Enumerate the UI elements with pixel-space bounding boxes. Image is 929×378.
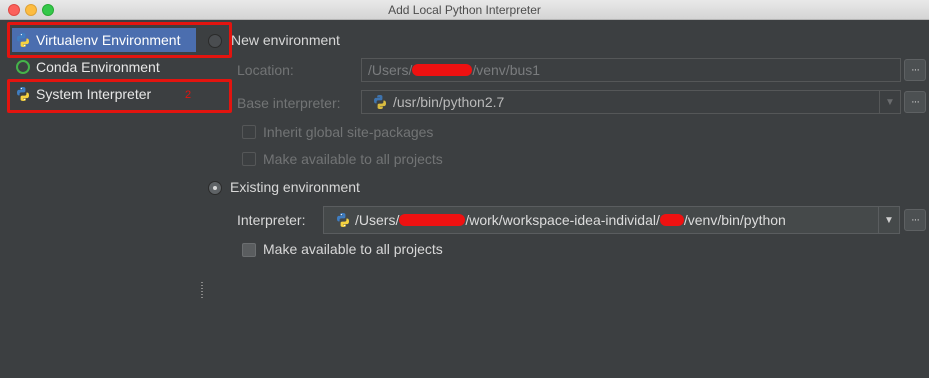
redaction-mark [412, 64, 473, 76]
interpreter-path-suffix: /venv/bin/python [683, 212, 786, 228]
base-interpreter-value: /usr/bin/python2.7 [393, 94, 505, 110]
annotation-number: 2 [185, 89, 192, 101]
sidebar-item-label: Conda Environment [36, 59, 160, 75]
redaction-mark [659, 214, 684, 226]
existing-environment-label: Existing environment [230, 179, 360, 195]
new-env-available-label: Make available to all projects [263, 151, 443, 167]
existing-env-available-checkbox[interactable] [242, 243, 256, 257]
interpreter-select[interactable]: /Users/ /work/workspace-idea-individal/ … [323, 206, 900, 234]
title-bar: Add Local Python Interpreter [0, 0, 929, 20]
sidebar-item-conda[interactable]: Conda Environment [12, 55, 160, 79]
inherit-packages-label: Inherit global site-packages [263, 124, 434, 140]
inherit-packages-checkbox[interactable] [242, 125, 256, 139]
annotation-box-virtualenv [7, 22, 232, 58]
location-field[interactable]: /Users/ /venv/bus1 [361, 58, 901, 82]
interpreter-browse-button[interactable]: ··· [904, 209, 926, 231]
chevron-down-icon[interactable]: ▼ [879, 91, 900, 113]
new-environment-label: New environment [231, 32, 340, 48]
python-icon [374, 95, 386, 109]
location-suffix: /venv/bus1 [472, 62, 541, 78]
python-icon [337, 213, 349, 227]
redaction-mark [399, 214, 466, 226]
interpreter-path-prefix: /Users/ [355, 212, 400, 228]
existing-environment-radio[interactable] [208, 181, 222, 195]
interpreter-path-middle: /work/workspace-idea-individal/ [465, 212, 660, 228]
splitter-handle[interactable] [201, 282, 203, 298]
location-label: Location: [237, 62, 294, 78]
location-browse-button[interactable]: ··· [904, 59, 926, 81]
interpreter-label: Interpreter: [237, 212, 306, 228]
add-interpreter-dialog: Add Local Python Interpreter Virtualenv … [0, 0, 929, 378]
annotation-box-system-interpreter [7, 79, 232, 113]
base-interpreter-label: Base interpreter: [237, 95, 341, 111]
conda-icon [16, 60, 30, 74]
location-prefix: /Users/ [368, 62, 413, 78]
new-env-available-checkbox[interactable] [242, 152, 256, 166]
new-environment-radio[interactable] [208, 34, 222, 48]
base-interpreter-browse-button[interactable]: ··· [904, 91, 926, 113]
base-interpreter-select[interactable]: /usr/bin/python2.7 ▼ [361, 90, 901, 114]
chevron-down-icon[interactable]: ▼ [878, 207, 899, 233]
existing-env-available-label: Make available to all projects [263, 241, 443, 257]
window-title: Add Local Python Interpreter [388, 3, 541, 17]
